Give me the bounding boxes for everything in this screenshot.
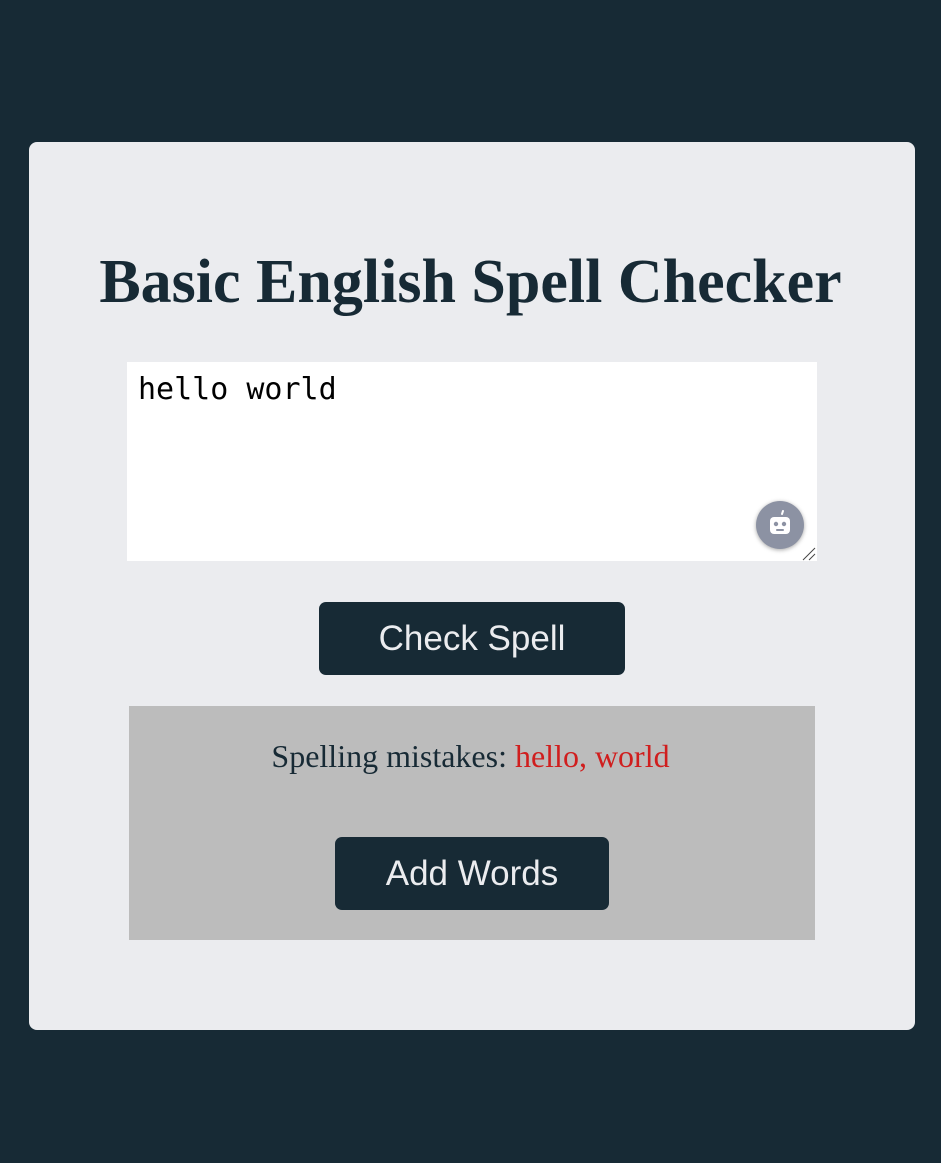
spelling-mistakes-text: Spelling mistakes: hello, world: [0, 734, 941, 778]
page-title: Basic English Spell Checker: [99, 248, 842, 316]
resize-handle-icon[interactable]: [800, 545, 816, 561]
spelling-mistakes-words: hello, world: [514, 738, 670, 774]
spelling-mistakes-label: Spelling mistakes:: [271, 738, 507, 774]
check-spell-button[interactable]: Check Spell: [319, 602, 625, 675]
robot-icon[interactable]: [756, 501, 804, 549]
add-words-button[interactable]: Add Words: [335, 837, 609, 910]
text-input-area[interactable]: hello world: [127, 362, 817, 561]
